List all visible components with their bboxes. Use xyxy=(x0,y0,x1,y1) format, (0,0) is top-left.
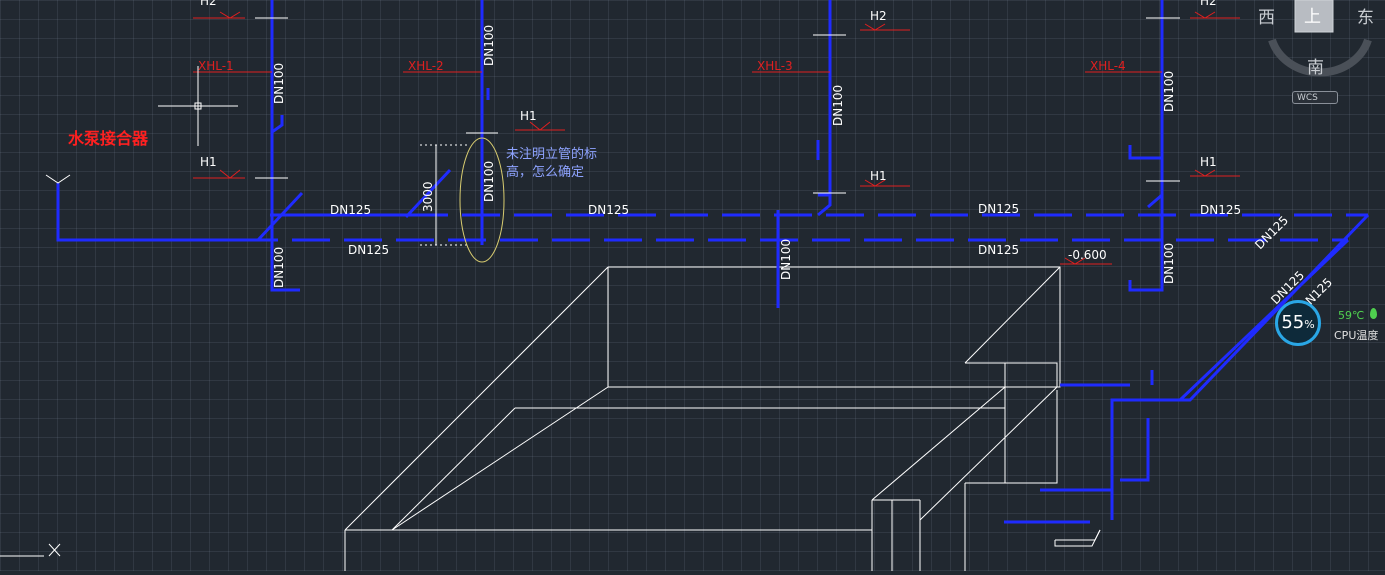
dn125-label-3: DN125 xyxy=(588,203,629,217)
annotation-line1: 未注明立管的标 xyxy=(506,146,597,162)
viewcube-east[interactable]: 东 xyxy=(1357,3,1374,28)
dn125-label-4: DN125 xyxy=(978,202,1019,216)
crosshair-cursor xyxy=(158,66,238,146)
dn125-label-2: DN125 xyxy=(348,243,389,257)
label-h2-4: H2 xyxy=(1200,0,1217,8)
riser-label-xhl3: XHL-3 xyxy=(757,59,793,73)
dimension-text: 3000 xyxy=(421,181,435,212)
label-h1-1: H1 xyxy=(200,155,217,169)
dn100-label-5: DN100 xyxy=(831,85,845,126)
dn125-label-6: DN125 xyxy=(1200,203,1241,217)
label-h1-4: H1 xyxy=(1200,155,1217,169)
pump-connector-label: 水泵接合器 xyxy=(68,129,149,148)
dn100-label-4: DN100 xyxy=(482,161,496,202)
wcs-menu[interactable]: WCS xyxy=(1292,91,1338,104)
dn125-label-5: DN125 xyxy=(978,243,1019,257)
dn100-label-6: DN100 xyxy=(779,239,793,280)
cpu-usage-value: 55 xyxy=(1281,312,1305,333)
label-h1-2: H1 xyxy=(520,109,537,123)
label-h2-3: H2 xyxy=(870,9,887,23)
horizontal-pipes[interactable] xyxy=(56,168,1370,402)
drawing-canvas[interactable]: H2 H1 H1 H2 H1 H2 H1 XHL-1 XHL-2 XHL-3 X… xyxy=(0,0,1385,571)
riser-label-xhl2: XHL-2 xyxy=(408,59,444,73)
dn100-label-1: DN100 xyxy=(272,63,286,104)
cpu-widget[interactable]: 55% 59℃ CPU温度 xyxy=(1270,297,1385,353)
riser-label-xhl1: XHL-1 xyxy=(198,59,234,73)
dn100-label-7: DN100 xyxy=(1162,71,1176,112)
cad-viewport[interactable]: H2 H1 H1 H2 H1 H2 H1 XHL-1 XHL-2 XHL-3 X… xyxy=(0,0,1385,571)
elevation-label: -0.600 xyxy=(1068,248,1107,262)
label-h2-1: H2 xyxy=(200,0,217,8)
dn100-label-3: DN100 xyxy=(482,25,496,66)
label-h1-3: H1 xyxy=(870,169,887,183)
building-outline xyxy=(344,266,1101,571)
viewcube-top[interactable]: 上 xyxy=(1304,2,1321,27)
cpu-usage-unit: % xyxy=(1304,318,1315,331)
dn125-label-1: DN125 xyxy=(330,203,371,217)
viewcube-west[interactable]: 西 xyxy=(1258,3,1275,28)
cpu-temp: 59℃ xyxy=(1338,309,1365,322)
cpu-temp-label: CPU温度 xyxy=(1334,329,1379,342)
dn125-label-7: DN125 xyxy=(1252,213,1291,252)
annotation-line2: 高，怎么确定 xyxy=(506,164,584,180)
riser-label-xhl4: XHL-4 xyxy=(1090,59,1126,73)
pump-connector-symbol xyxy=(45,174,71,184)
viewcube-south[interactable]: 南 xyxy=(1307,53,1324,78)
ucs-icon xyxy=(0,543,61,557)
leaf-icon xyxy=(1370,308,1377,319)
cpu-usage-dial: 55% xyxy=(1275,300,1321,346)
level-markers xyxy=(193,11,1240,265)
dn100-label-2: DN100 xyxy=(272,247,286,288)
vertical-risers[interactable] xyxy=(270,0,1164,524)
dn100-label-8: DN100 xyxy=(1162,243,1176,284)
